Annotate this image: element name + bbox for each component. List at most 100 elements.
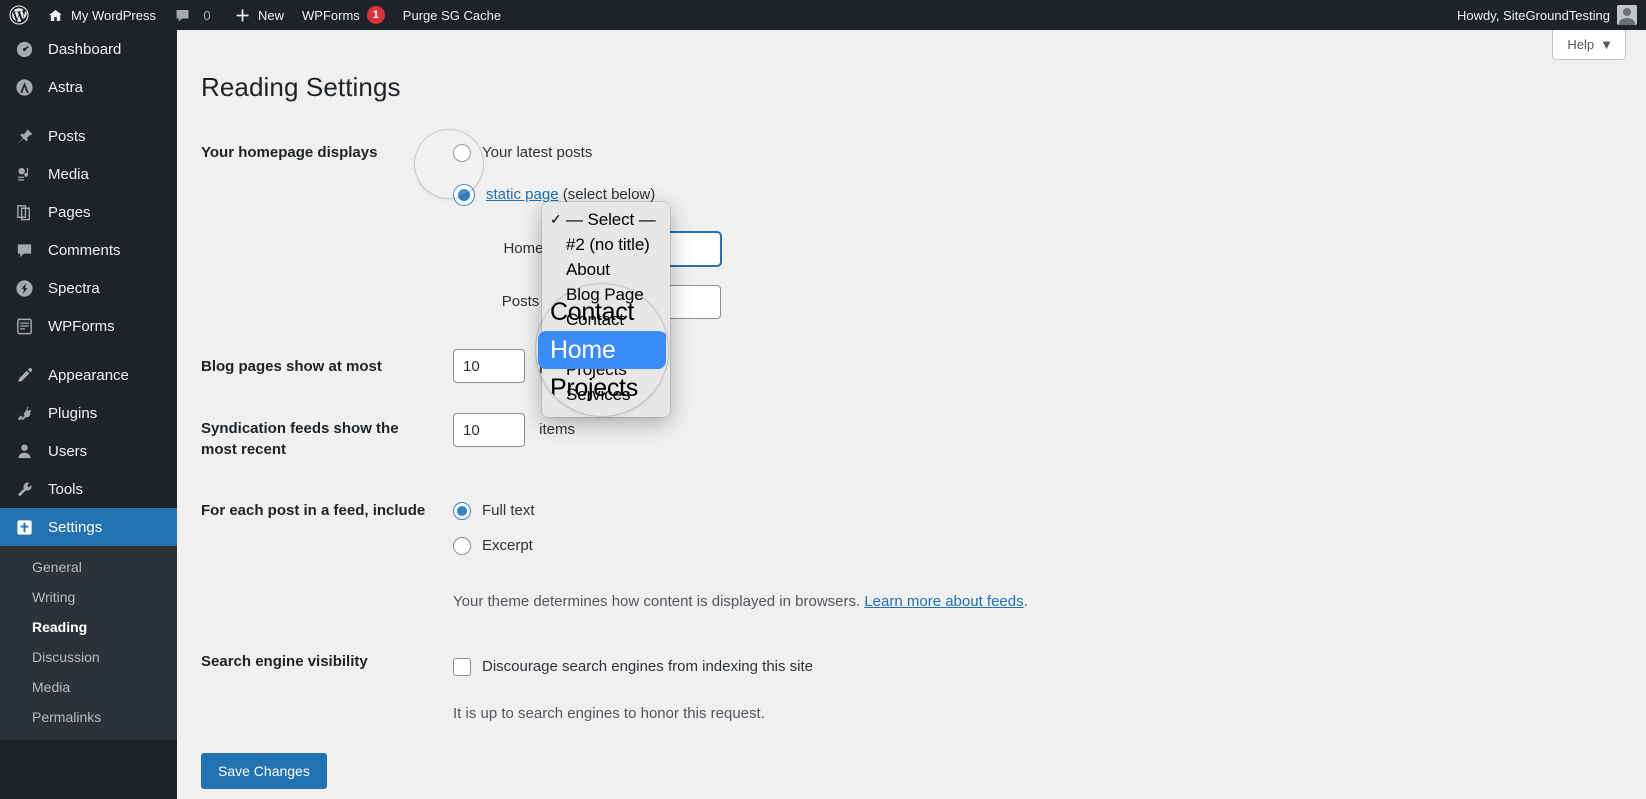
label-latest-posts: Your latest posts <box>482 144 593 161</box>
sidebar-label: Posts <box>48 127 86 145</box>
select-option-label: — Select — <box>566 209 656 229</box>
sidebar-item-media[interactable]: Media <box>0 155 177 193</box>
radio-full-text[interactable] <box>453 502 471 521</box>
comments-count: 0 <box>203 7 211 23</box>
sidebar-label: Astra <box>48 78 84 96</box>
sidebar-label: WPForms <box>48 317 115 335</box>
media-icon <box>14 164 34 184</box>
blog-pages-input[interactable] <box>453 349 525 383</box>
sidebar-item-comments[interactable]: Comments <box>0 231 177 269</box>
wp-logo-menu[interactable] <box>0 0 38 30</box>
feed-description: Your theme determines how content is dis… <box>453 569 1391 614</box>
dashboard-icon <box>14 39 34 59</box>
learn-more-feeds-link[interactable]: Learn more about feeds <box>864 593 1023 610</box>
select-option-label: Projects <box>566 359 627 379</box>
sidebar-subitem-discussion[interactable]: Discussion <box>0 642 177 672</box>
checkbox-discourage-indexing[interactable] <box>453 657 471 676</box>
sidebar-label: Dashboard <box>48 40 122 58</box>
astra-icon <box>14 77 34 97</box>
select-option-label: Home <box>566 334 611 354</box>
site-name-menu[interactable]: My WordPress <box>38 0 165 30</box>
sidebar-subitem-reading[interactable]: Reading <box>0 612 177 642</box>
label-blog-pages: Blog pages show at most <box>201 358 382 375</box>
syndication-input[interactable] <box>453 413 525 447</box>
check-icon: ✓ <box>550 211 562 227</box>
sidebar-label: Appearance <box>48 366 129 384</box>
sidebar-item-pages[interactable]: Pages <box>0 193 177 231</box>
select-option-label: Contact <box>566 309 624 329</box>
static-page-link[interactable]: static page <box>486 186 559 203</box>
sidebar-item-users[interactable]: Users <box>0 432 177 470</box>
radio-latest-posts[interactable] <box>453 144 471 163</box>
tools-icon <box>14 479 34 499</box>
chevron-down-icon: ▼ <box>1600 37 1613 52</box>
settings-icon <box>14 517 34 537</box>
row-homepage-displays: Your homepage displays Your latest posts… <box>201 122 1401 334</box>
menu-separator <box>0 106 177 117</box>
sidebar-item-wpforms[interactable]: WPForms <box>0 307 177 345</box>
radio-excerpt[interactable] <box>453 536 471 555</box>
radio-static-page[interactable] <box>453 183 475 206</box>
label-full-text: Full text <box>482 502 535 519</box>
users-icon <box>14 441 34 461</box>
save-changes-button[interactable]: Save Changes <box>201 752 327 789</box>
spectra-icon <box>14 278 34 298</box>
sidebar-subitem-writing[interactable]: Writing <box>0 582 177 612</box>
option-excerpt[interactable]: Excerpt <box>453 535 1391 558</box>
comment-icon <box>14 240 34 260</box>
option-full-text[interactable]: Full text <box>453 500 1391 523</box>
comment-bubble-icon <box>176 9 189 21</box>
purge-sg-cache-label: Purge SG Cache <box>402 7 502 23</box>
sidebar-label: Plugins <box>48 404 98 422</box>
settings-table: Your homepage displays Your latest posts… <box>201 122 1401 741</box>
row-blog-pages: Blog pages show at most posts <box>201 334 1401 398</box>
select-option-home[interactable]: Home <box>546 332 666 357</box>
option-discourage-indexing[interactable]: Discourage search engines from indexing … <box>453 656 1391 679</box>
sidebar-item-appearance[interactable]: Appearance <box>0 356 177 394</box>
help-tab-button[interactable]: Help ▼ <box>1552 30 1626 60</box>
new-content-menu[interactable]: New <box>225 0 293 30</box>
wpforms-menu[interactable]: WPForms 1 <box>293 0 394 30</box>
howdy-label: Howdy, SiteGroundTesting <box>1457 7 1610 23</box>
sidebar-item-astra[interactable]: Astra <box>0 68 177 106</box>
select-option-label: #2 (no title) <box>566 234 650 254</box>
home-icon <box>49 9 62 21</box>
label-excerpt: Excerpt <box>482 536 533 554</box>
main-content: Help ▼ Reading Settings Your homepage di… <box>177 30 1646 799</box>
admin-bar: My WordPress 0 New WPForms 1 Purge SG Ca… <box>0 0 1646 30</box>
select-option-label: Services <box>566 384 631 404</box>
sidebar-subitem-media[interactable]: Media <box>0 672 177 702</box>
homepage-select-popup[interactable]: ✓ — Select — #2 (no title) About Blog Pa… <box>542 202 670 417</box>
comments-menu[interactable]: 0 <box>165 0 225 30</box>
sidebar-item-plugins[interactable]: Plugins <box>0 394 177 432</box>
label-homepage-displays: Your homepage displays <box>201 144 378 161</box>
select-option-label: About <box>566 259 610 279</box>
plugins-icon <box>14 403 34 423</box>
select-option-projects[interactable]: Projects <box>542 357 670 382</box>
new-label: New <box>258 7 285 23</box>
feed-description-tail: . <box>1023 593 1028 610</box>
sidebar-item-spectra[interactable]: Spectra <box>0 269 177 307</box>
label-search-visibility: Search engine visibility <box>201 652 368 670</box>
select-option-about[interactable]: About <box>542 257 670 282</box>
select-option-no-title[interactable]: #2 (no title) <box>542 232 670 257</box>
select-option-blog-page[interactable]: Blog Page <box>542 282 670 307</box>
sidebar-item-dashboard[interactable]: Dashboard <box>0 30 177 68</box>
option-latest-posts[interactable]: Your latest posts <box>453 142 1391 165</box>
sidebar-subitem-general[interactable]: General <box>0 552 177 582</box>
purge-sg-cache-menu[interactable]: Purge SG Cache <box>394 0 510 30</box>
sidebar-item-tools[interactable]: Tools <box>0 470 177 508</box>
label-syndication: Syndication feeds show the most recent <box>201 420 399 458</box>
my-account-menu[interactable]: Howdy, SiteGroundTesting <box>1448 0 1646 30</box>
settings-submenu: General Writing Reading Discussion Media… <box>0 546 177 740</box>
select-option-select[interactable]: ✓ — Select — <box>542 207 670 232</box>
select-option-services[interactable]: Services <box>542 382 670 407</box>
page-title: Reading Settings <box>201 72 401 102</box>
sidebar-item-settings[interactable]: Settings <box>0 508 185 546</box>
select-option-contact[interactable]: Contact <box>542 307 670 332</box>
sidebar-subitem-permalinks[interactable]: Permalinks <box>0 702 177 732</box>
sidebar-item-posts[interactable]: Posts <box>0 117 177 155</box>
help-tab-label: Help <box>1567 37 1595 52</box>
sidebar-label: Tools <box>48 480 84 498</box>
site-name-label: My WordPress <box>71 7 156 23</box>
